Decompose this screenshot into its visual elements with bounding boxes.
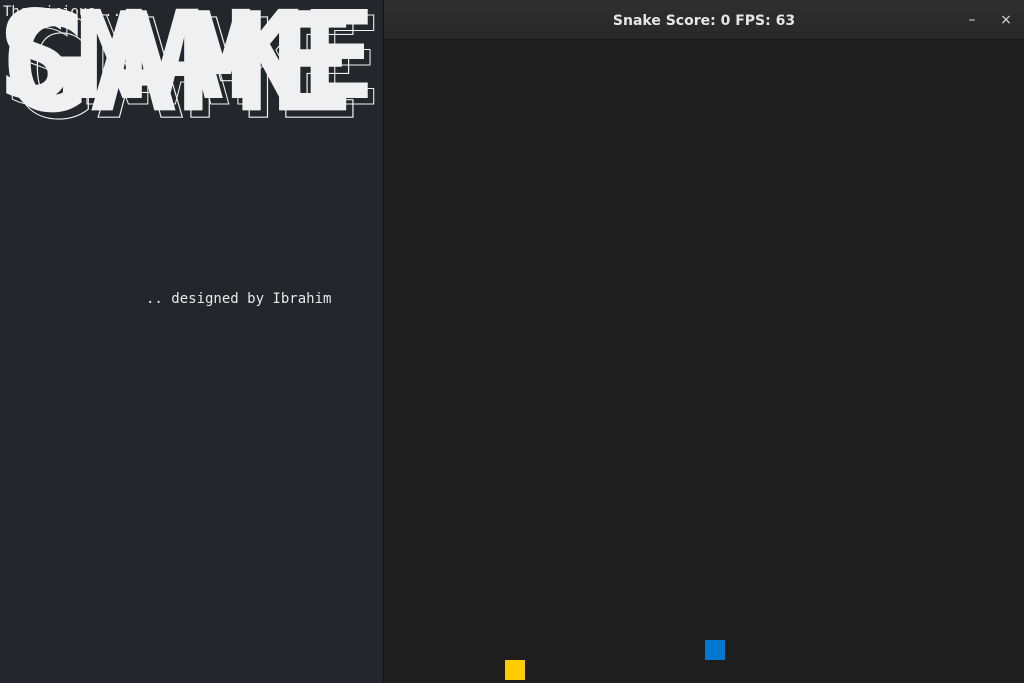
snake-head bbox=[705, 640, 725, 660]
window-titlebar[interactable]: Snake Score: 0 FPS: 63 – × bbox=[384, 0, 1024, 40]
window-title: Snake Score: 0 FPS: 63 bbox=[612, 13, 796, 29]
terminal-window: The vicious .. SNAKE SNAKE GAME GAME .. … bbox=[0, 0, 383, 683]
close-button[interactable]: × bbox=[996, 10, 1016, 30]
game-playfield[interactable] bbox=[384, 40, 1024, 683]
game-window: Snake Score: 0 FPS: 63 – × bbox=[383, 0, 1024, 683]
minimize-button[interactable]: – bbox=[962, 10, 982, 30]
close-icon: × bbox=[1000, 12, 1012, 28]
food-item bbox=[505, 660, 525, 680]
credit-text: .. designed by Ibrahim bbox=[146, 291, 332, 307]
minimize-icon: – bbox=[968, 12, 976, 28]
banner-line2-text-main: GAME bbox=[0, 0, 356, 130]
banner-line2: GAME GAME bbox=[0, 0, 363, 130]
